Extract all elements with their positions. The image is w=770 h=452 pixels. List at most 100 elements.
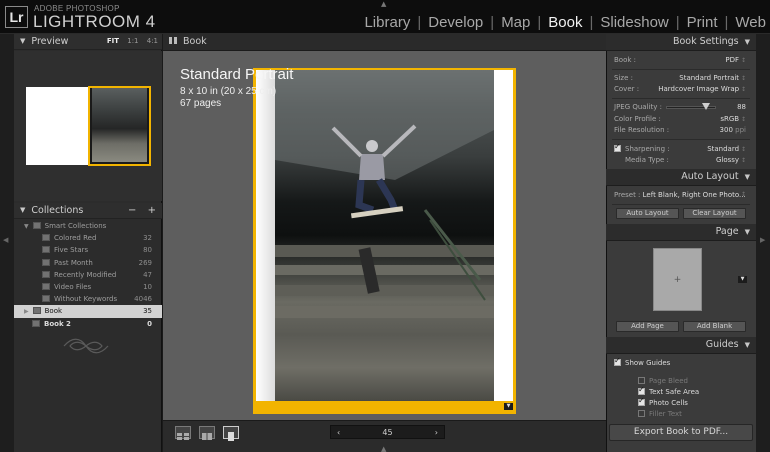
collection-label: Without Keywords [54,295,118,304]
add-blank-button[interactable]: Add Blank [683,321,746,332]
next-page-button[interactable]: › [435,428,438,437]
collapse-triangle-icon[interactable]: ▼ [745,228,750,236]
collection-item[interactable]: ▶ Book 35 [14,305,162,318]
guide-option[interactable]: Page Bleed [614,376,748,386]
jpeg-quality-value[interactable]: 88 [737,102,746,113]
collection-item[interactable]: Recently Modified 47 [14,269,162,281]
guide-checkbox[interactable] [638,377,645,384]
zoom-4-1[interactable]: 4:1 [147,37,158,45]
media-type-row[interactable]: Media Type : Glossy [614,155,748,165]
top-panel-arrow-icon[interactable]: ▲ [381,0,386,8]
collapse-triangle-icon[interactable]: ▼ [745,173,750,181]
collection-icon [42,234,50,242]
module-develop[interactable]: Develop [428,14,483,31]
spread-view-button[interactable] [199,426,215,440]
guide-checkbox[interactable] [638,410,645,417]
auto-layout-header[interactable]: Auto Layout ▼ [606,169,756,186]
cover-select[interactable]: Hardcover Image Wrap [658,84,746,95]
collection-icon [42,282,50,290]
guide-checkbox[interactable] [638,385,645,395]
module-map[interactable]: Map [501,14,530,31]
collection-item[interactable]: Five Stars 80 [14,244,162,256]
jpeg-quality-slider-thumb[interactable] [702,103,710,110]
module-book[interactable]: Book [548,14,582,31]
collection-item[interactable]: Colored Red 32 [14,232,162,244]
right-edge-arrow-icon[interactable]: ▶ [760,236,765,244]
page-gutter-shadow [256,70,275,401]
module-separator: | [537,13,542,31]
collapse-triangle-icon[interactable]: ▼ [745,341,750,349]
preview-header[interactable]: ▼ Preview FIT 1:1 4:1 [14,34,162,50]
guides-header[interactable]: Guides ▼ [606,337,756,354]
file-resolution-value[interactable]: 300 ppi [720,125,746,136]
collection-disclosure-icon[interactable]: ▼ [24,223,29,230]
collection-count: 80 [143,246,152,255]
auto-layout-button[interactable]: Auto Layout [616,208,679,219]
media-type-select[interactable]: Glossy [716,155,746,166]
page-menu-icon[interactable]: ▼ [504,403,513,410]
previous-page-button[interactable]: ‹ [337,428,340,437]
collection-count: 269 [138,258,152,267]
page-header[interactable]: Page ▼ [606,224,756,241]
size-row[interactable]: Size : Standard Portrait [614,73,748,83]
bottom-panel-arrow-icon[interactable]: ▲ [381,445,386,452]
collection-count: 47 [143,270,152,279]
collection-label: Past Month [54,258,93,267]
zoom-fit[interactable]: FIT [107,37,119,45]
add-page-button[interactable]: Add Page [616,321,679,332]
export-book-button[interactable]: Export Book to PDF... [609,424,753,441]
brand-name: LIGHTROOM 4 [33,12,156,31]
collapse-triangle-icon[interactable]: ▼ [745,38,750,46]
sharpening-row[interactable]: Sharpening :Standard [614,142,748,155]
cover-row[interactable]: Cover : Hardcover Image Wrap [614,84,748,94]
sharpening-checkbox[interactable] [614,142,621,152]
color-profile-row[interactable]: Color Profile : sRGB [614,114,748,124]
left-edge-arrow-icon[interactable]: ◀ [3,236,8,244]
collection-disclosure-icon[interactable]: ▶ [24,308,29,315]
collections-header[interactable]: ▼ Collections − + [14,203,162,219]
page-template-thumbnail[interactable]: + [653,248,702,311]
collection-item[interactable]: Video Files 10 [14,281,162,293]
single-page-view-button[interactable] [223,426,239,441]
book-type-select[interactable]: PDF [725,55,746,66]
collection-item[interactable]: Book 2 0 [14,318,162,330]
guide-option[interactable]: Filler Text [614,409,748,419]
color-profile-select[interactable]: sRGB [720,114,746,125]
collection-icon [42,295,50,303]
collection-icon [32,307,41,315]
collapse-triangle-icon[interactable]: ▼ [20,203,25,218]
module-web[interactable]: Web [735,14,766,31]
module-library[interactable]: Library [364,14,410,31]
zoom-1-1[interactable]: 1:1 [127,37,138,45]
book-settings-title: Book Settings [672,36,739,47]
remove-collection-icon[interactable]: − [128,205,136,216]
show-guides-row[interactable]: Show Guides [614,356,748,368]
collection-group[interactable]: ▼ Smart Collections [14,220,162,232]
show-guides-checkbox[interactable] [614,356,621,366]
file-resolution-row[interactable]: File Resolution :300 ppi [614,125,748,135]
sharpening-select[interactable]: Standard [707,144,746,155]
guide-label: Filler Text [649,410,682,418]
module-print[interactable]: Print [687,14,718,31]
guide-option[interactable]: Text Safe Area [614,385,748,397]
add-collection-icon[interactable]: + [148,205,156,216]
book-settings-header[interactable]: Book Settings ▼ [606,34,756,51]
divider [612,139,750,140]
overlay-title: Standard Portrait [180,66,294,83]
size-select[interactable]: Standard Portrait [679,73,746,84]
collection-item[interactable]: Without Keywords 4046 [14,293,162,305]
collapse-triangle-icon[interactable]: ▼ [20,34,25,49]
preset-select[interactable]: Left Blank, Right One Photo... [643,191,746,199]
guide-checkbox[interactable] [638,396,645,406]
book-type-row[interactable]: Book : PDF [614,55,748,65]
guide-option[interactable]: Photo Cells [614,396,748,408]
preset-stepper-icon[interactable]: ↕ [741,190,746,200]
preset-row[interactable]: Preset : Left Blank, Right One Photo... ↕ [614,190,748,200]
clear-layout-button[interactable]: Clear Layout [683,208,746,219]
collection-label: Book [44,307,63,316]
page-template-menu-icon[interactable]: ▼ [738,276,747,283]
multi-page-view-button[interactable] [175,426,191,440]
collection-item[interactable]: Past Month 269 [14,257,162,269]
module-slideshow[interactable]: Slideshow [600,14,668,31]
photo-cell[interactable] [275,70,494,401]
